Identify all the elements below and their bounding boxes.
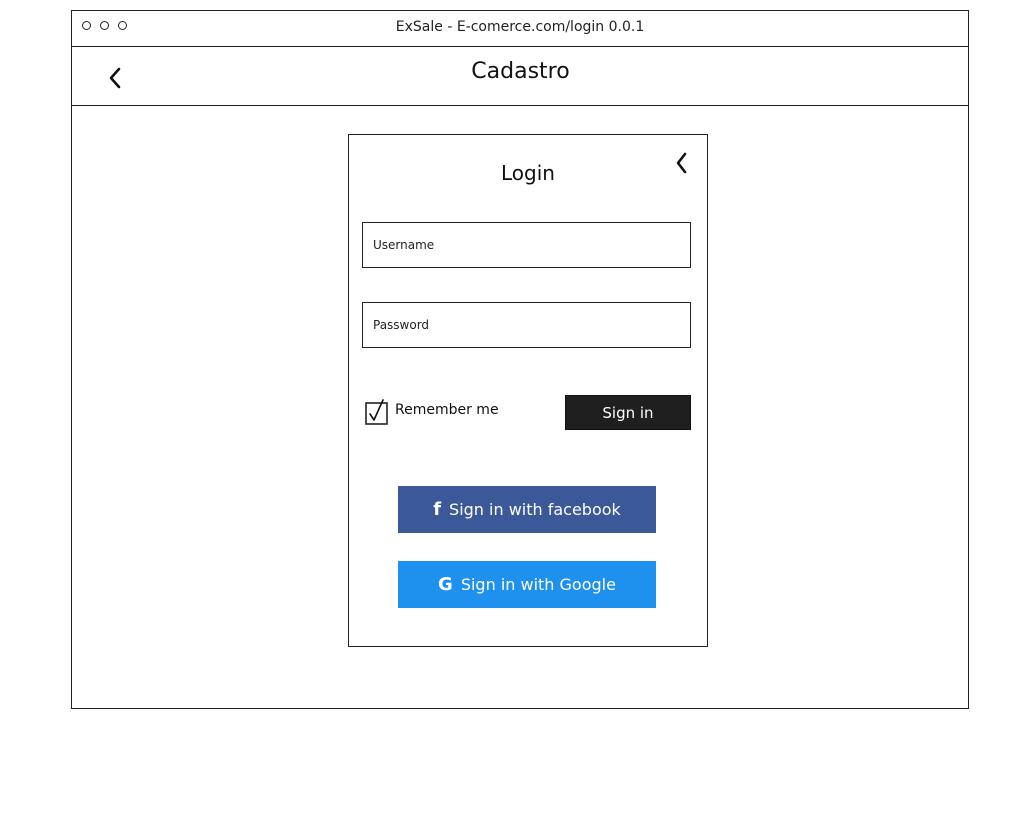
page-title: Cadastro	[471, 59, 570, 84]
chevron-left-icon	[676, 152, 687, 174]
remember-me-label: Remember me	[395, 402, 499, 418]
login-title: Login	[501, 161, 555, 185]
app-header: Cadastro	[71, 47, 969, 106]
window-title: ExSale - E-comerce.com/login 0.0.1	[395, 19, 645, 35]
browser-window: ExSale - E-comerce.com/login 0.0.1 Cadas…	[71, 10, 969, 709]
facebook-icon: f	[433, 498, 442, 520]
password-input[interactable]	[362, 302, 691, 348]
checkbox-checked-icon[interactable]	[365, 399, 388, 425]
login-card: Login Remember me Sign in f Sign in with…	[348, 134, 708, 647]
sign-in-facebook-label: Sign in with facebook	[449, 500, 621, 519]
window-titlebar: ExSale - E-comerce.com/login 0.0.1	[72, 11, 968, 47]
sign-in-button[interactable]: Sign in	[565, 395, 691, 430]
login-back-button[interactable]	[674, 151, 690, 175]
sign-in-google-label: Sign in with Google	[460, 575, 616, 594]
sign-in-facebook-button[interactable]: f Sign in with facebook	[398, 486, 656, 533]
google-icon: G	[438, 573, 453, 595]
username-input[interactable]	[362, 222, 691, 268]
sign-in-google-button[interactable]: G Sign in with Google	[398, 561, 656, 608]
remember-me-checkbox[interactable]: Remember me	[365, 399, 499, 425]
